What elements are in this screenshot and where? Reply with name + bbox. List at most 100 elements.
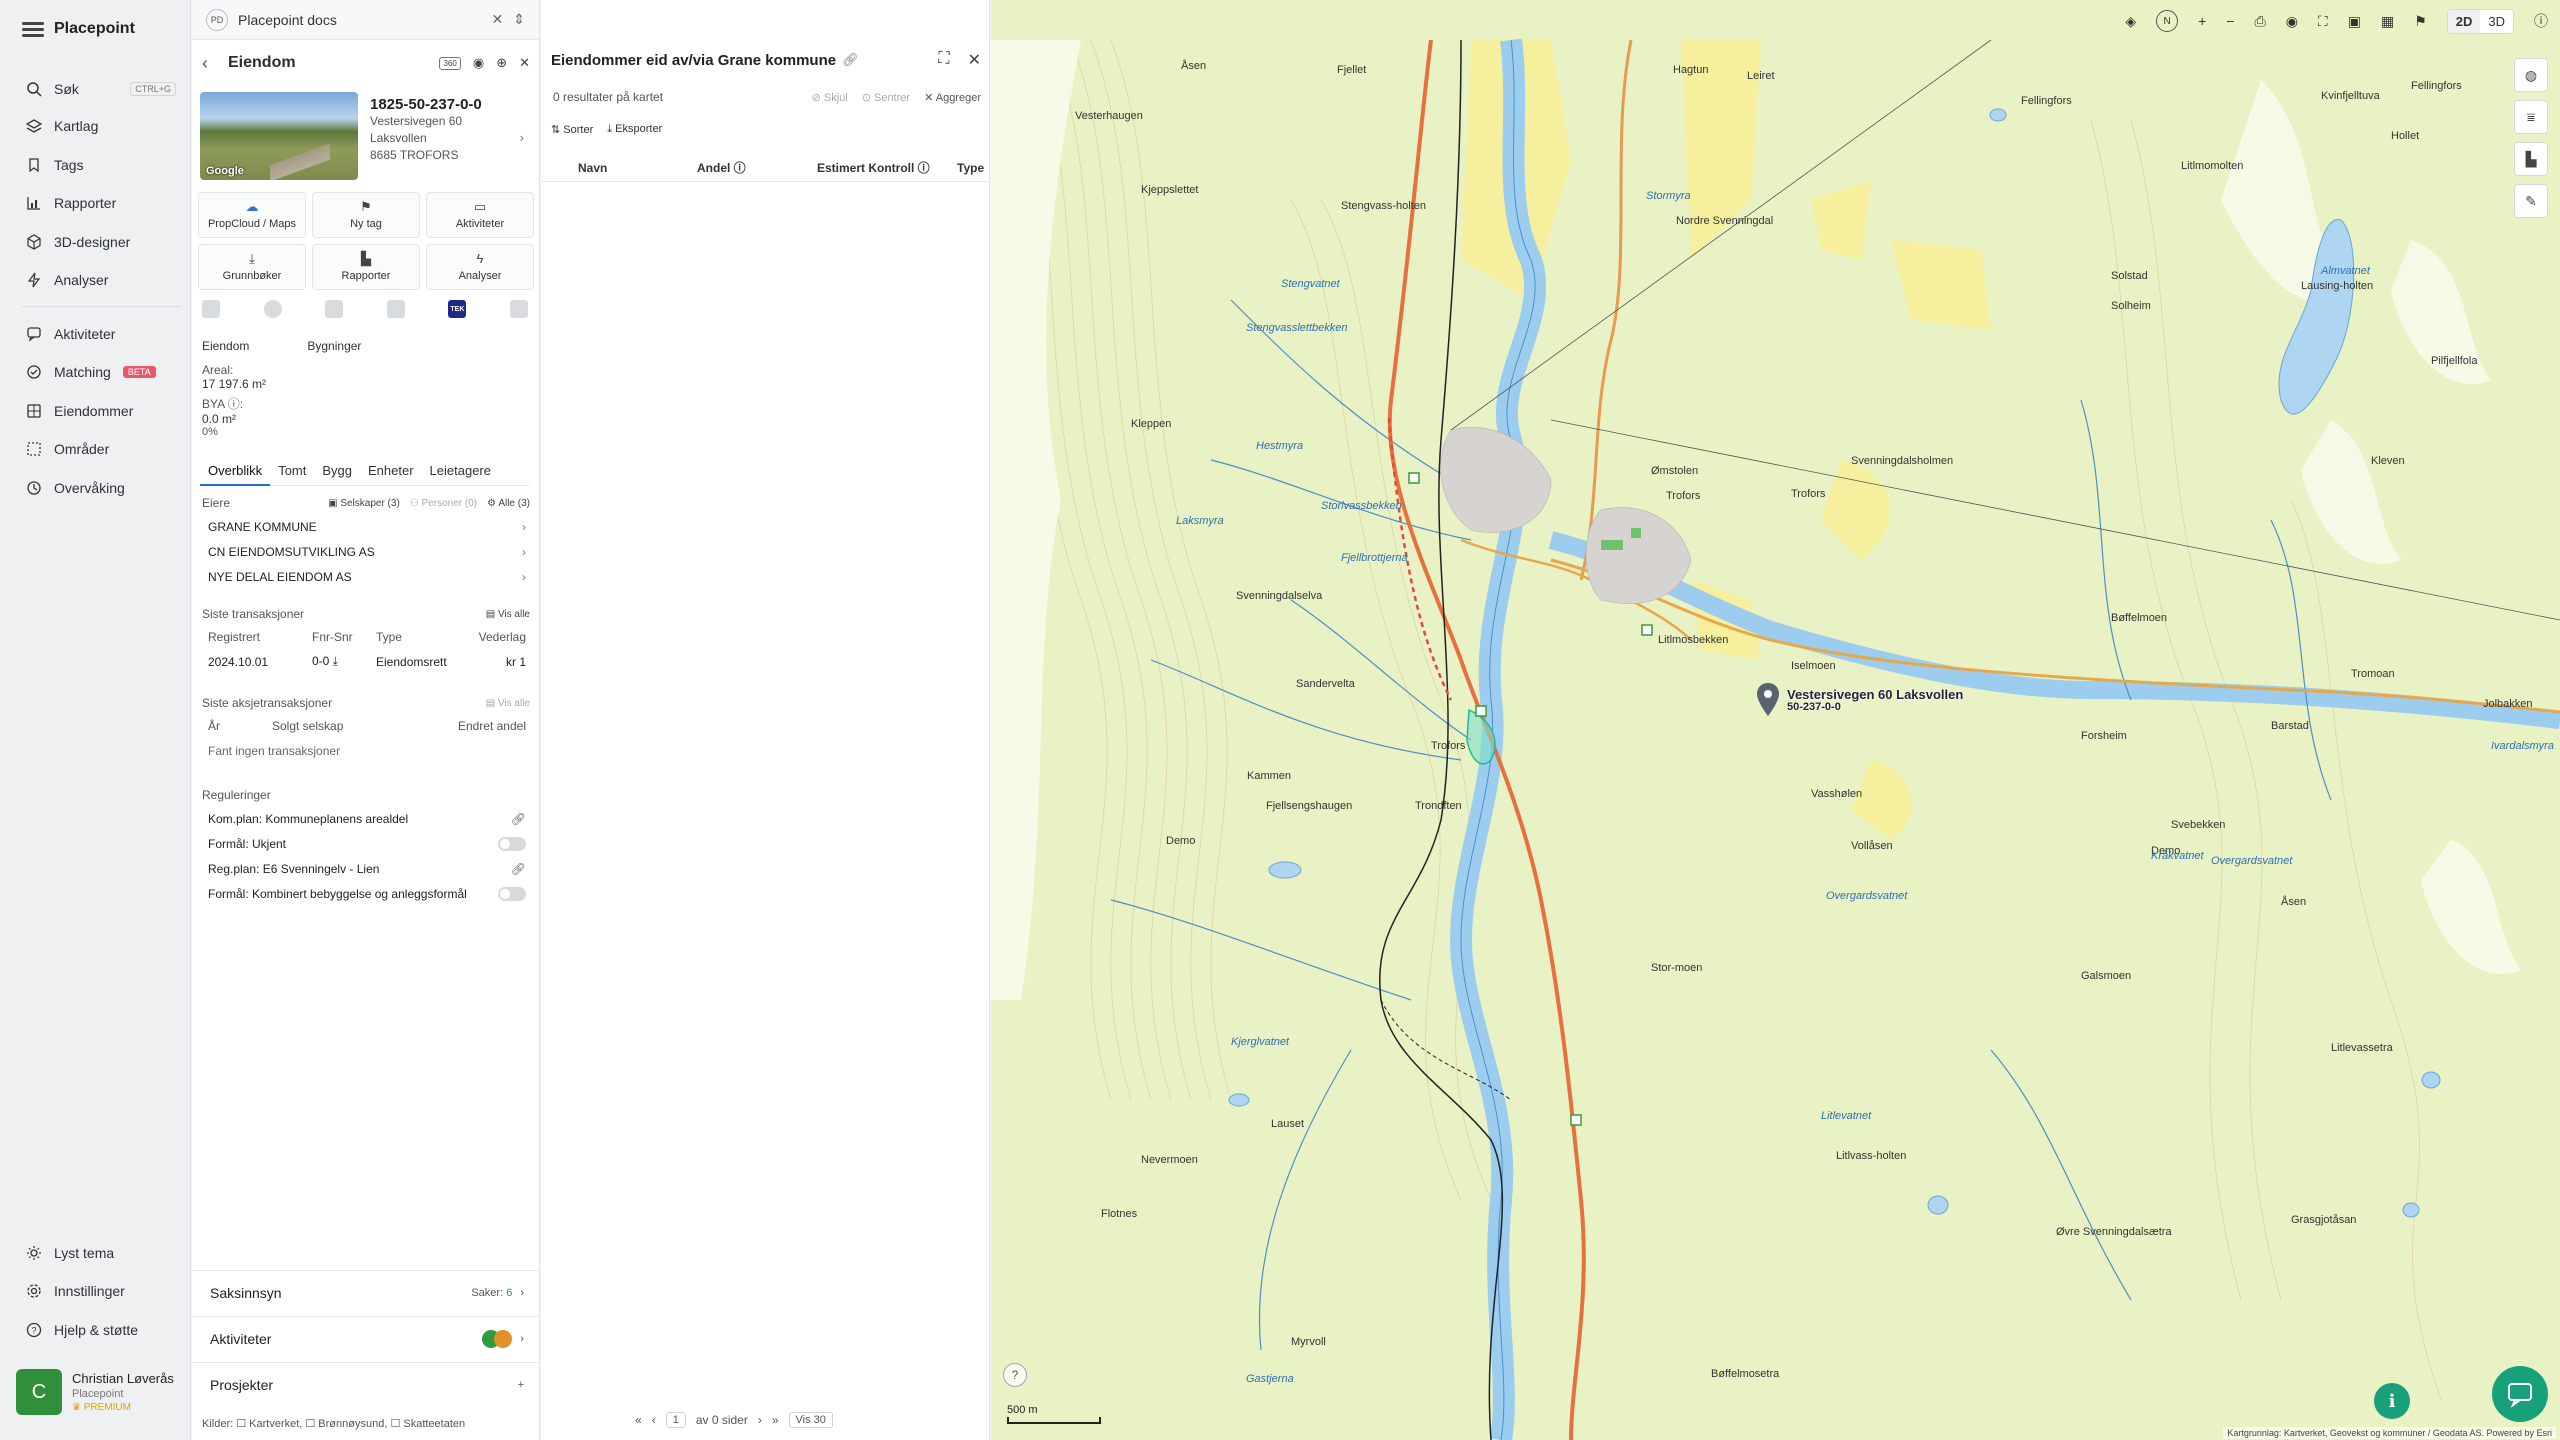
close-icon[interactable]: ✕ [492,11,504,28]
brand[interactable]: Placepoint [22,20,135,38]
info-button[interactable]: i [2374,1383,2410,1419]
show-all-share-transactions[interactable]: ▤ Vis alle [486,698,530,709]
aktiviteter-accordion[interactable]: Aktiviteter › [192,1316,540,1360]
regulation-row[interactable]: Kom.plan: Kommuneplanens arealdel 🔗︎ [198,806,534,831]
camera-icon[interactable]: ▣ [2348,13,2361,30]
nav-item-rapporter[interactable]: Rapporter [26,190,176,216]
tile-rapporter[interactable]: ▙ Rapporter [312,244,420,290]
filter-selskaper[interactable]: ▣ Selskaper (3) [328,498,400,509]
grid-icon[interactable]: ▦ [2381,13,2394,30]
nav-item-overvaking[interactable]: Overvåking [26,475,176,501]
map-style-icon[interactable]: ◍ [2514,58,2548,92]
owner-row[interactable]: GRANE KOMMUNE › [198,514,534,539]
link-icon[interactable]: 🔗︎ [511,862,526,876]
link-icon[interactable]: 🔗︎ [842,52,859,68]
source-house-icon[interactable] [509,300,528,318]
show-all-transactions[interactable]: ▤ Vis alle [486,609,530,620]
source-tek-icon[interactable]: TEK [448,300,467,318]
source-building-icon[interactable] [325,300,344,318]
eye-icon[interactable]: ◉ [473,55,484,71]
chevron-right-icon[interactable]: › [520,130,524,145]
fullscreen-icon[interactable]: ⛶ [2318,13,2328,30]
nav-item-omrader[interactable]: Områder [26,436,176,462]
chart-icon[interactable]: ▙ [2514,142,2548,176]
first-page-icon[interactable]: « [635,1413,642,1427]
chat-button[interactable] [2492,1366,2548,1422]
view-360-button[interactable]: 360 [439,56,461,70]
subtab-bygninger[interactable]: Bygninger [307,339,361,353]
measure-icon[interactable]: ⩸ [2514,100,2548,134]
tile-propcloud[interactable]: ☁ PropCloud / Maps [198,192,306,238]
info-icon[interactable]: ⓘ [2534,11,2548,31]
hide-button[interactable]: ⊘ Skjul [812,91,848,104]
link-icon[interactable]: 🔗︎ [511,812,526,826]
nav-item-matching[interactable]: Matching BETA [26,359,176,385]
regulation-row[interactable]: Reg.plan: E6 Svenningelv - Lien 🔗︎ [198,856,534,881]
nav-item-hjelp[interactable]: ? Hjelp & støtte [26,1317,176,1343]
prev-page-icon[interactable]: ‹ [652,1413,656,1427]
tab-enheter[interactable]: Enheter [360,460,422,486]
owner-row[interactable]: CN EIENDOMSUTVIKLING AS › [198,539,534,564]
map-view[interactable]: Åsen Fjellet Hagtun Leiret Vesterhaugen Kvinf… [991,0,2560,1440]
next-page-icon[interactable]: › [758,1413,762,1427]
owner-row[interactable]: NYE DELAL EIENDOM AS › [198,564,534,589]
export-button[interactable]: ⤓ Eksporter [607,123,662,136]
workspace-bar[interactable]: PD Placepoint docs ✕ ⇕ [192,0,539,40]
close-icon[interactable]: ✕ [519,55,530,71]
tab-overblikk[interactable]: Overblikk [200,460,271,486]
tab-tomt[interactable]: Tomt [270,460,314,486]
nav-item-lyst-tema[interactable]: Lyst tema [26,1240,176,1266]
draw-icon[interactable]: ✎ [2514,184,2548,218]
target-icon[interactable]: ⊕ [496,55,507,71]
location-marker-icon[interactable] [1756,682,1780,718]
layers-stack-icon[interactable]: ◈ [2125,13,2136,30]
chevron-updown-icon[interactable]: ⇕ [513,11,525,28]
table-row[interactable]: 2024.10.01 0-0 ⤓ Eiendomsrett kr 1 [198,649,534,674]
prosjekter-accordion[interactable]: Prosjekter + [192,1362,540,1406]
source-globe-icon[interactable] [263,300,282,318]
nav-item-search[interactable]: Søk CTRL+G [26,76,176,102]
page-input[interactable]: 1 [665,1412,686,1428]
col-estimert-kontroll[interactable]: Estimert Kontroll ⓘ [817,159,930,176]
filter-alle[interactable]: ⚙ Alle (3) [487,498,530,509]
nav-item-kartlag[interactable]: Kartlag [26,113,176,139]
last-page-icon[interactable]: » [772,1413,779,1427]
filter-personer[interactable]: ⚇ Personer (0) [410,498,477,509]
eye-icon[interactable]: ◉ [2286,13,2298,30]
tile-aktiviteter[interactable]: ▭ Aktiviteter [426,192,534,238]
nav-item-analyser[interactable]: Analyser [26,267,176,293]
compass-icon[interactable]: N [2156,10,2179,32]
tab-leietagere[interactable]: Leietagere [422,460,499,486]
saksinnsyn-accordion[interactable]: Saksinnsyn Saker: 6 › [192,1270,540,1314]
cell-fnr-snr[interactable]: 0-0 ⤓ [312,654,376,669]
print-icon[interactable]: ⎙ [2254,13,2265,30]
nav-item-3d-designer[interactable]: 3D-designer [26,229,176,255]
help-button[interactable]: ? [1003,1363,1027,1387]
expand-icon[interactable]: ⛶ [938,50,949,70]
formal-toggle[interactable] [498,886,526,901]
col-navn[interactable]: Navn [578,161,607,175]
col-andel[interactable]: Andel ⓘ [697,159,746,176]
aggregate-button[interactable]: ✕ Aggreger [924,91,981,104]
tile-grunnboker[interactable]: ⤓ Grunnbøker [198,244,306,290]
sort-button[interactable]: ⇅ Sorter [551,123,593,136]
source-matrikkel-icon[interactable] [202,300,220,318]
mode-2d-button[interactable]: 2D [2447,9,2481,33]
street-view-image[interactable]: Google [200,92,358,180]
property-card[interactable]: Google 1825-50-237-0-0 Vestersivegen 60 … [200,92,530,182]
tile-analyser[interactable]: ϟ Analyser [426,244,534,290]
formal-toggle[interactable] [498,836,526,851]
source-bars-icon[interactable] [386,300,405,318]
center-button[interactable]: ⊙ Sentrer [862,91,910,104]
nav-item-eiendommer[interactable]: Eiendommer [26,398,176,424]
tile-ny-tag[interactable]: ⚑ Ny tag [312,192,420,238]
subtab-eiendom[interactable]: Eiendom [202,339,249,353]
zoom-out-button[interactable]: − [2226,13,2234,29]
tab-bygg[interactable]: Bygg [314,460,360,486]
nav-item-innstillinger[interactable]: Innstillinger [26,1278,176,1304]
per-page-select[interactable]: Vis 30 [788,1412,833,1428]
mode-3d-button[interactable]: 3D [2480,10,2513,33]
nav-item-tags[interactable]: Tags [26,152,176,178]
user-profile[interactable]: C Christian Løverås Placepoint ♛ PREMIUM [16,1369,188,1421]
bookmark-icon[interactable]: ⚑ [2414,13,2427,30]
